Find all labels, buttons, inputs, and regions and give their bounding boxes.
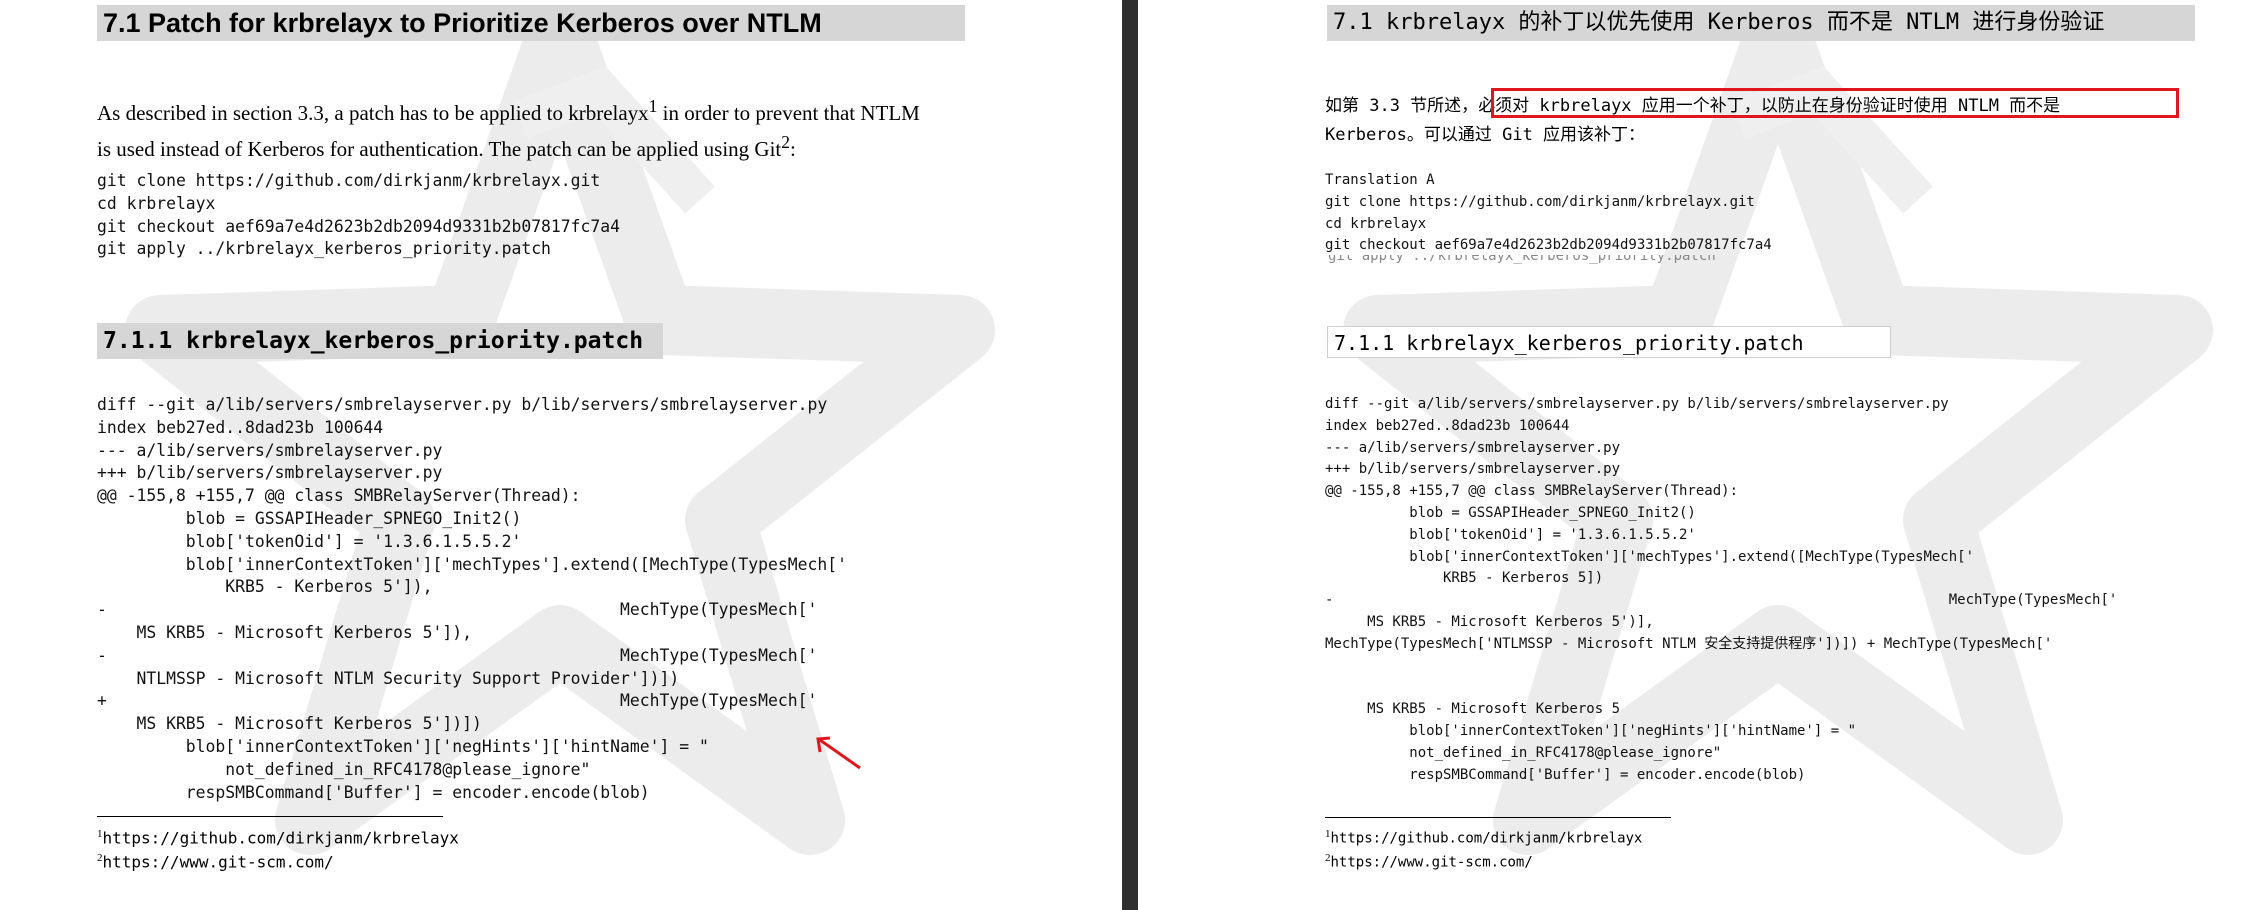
git-commands-block: git clone https://github.com/dirkjanm/kr… xyxy=(97,171,621,259)
intro-line-2: is used instead of Kerberos for authenti… xyxy=(97,132,796,161)
red-arrow-annotation xyxy=(816,736,861,770)
page-divider xyxy=(1122,0,1138,910)
patch-code-block: diff --git a/lib/servers/smbrelayserver.… xyxy=(97,395,847,802)
footnote-link[interactable]: https://github.com/dirkjanm/krbrelayx xyxy=(103,828,459,847)
section-title-translated: 7.1 krbrelayx 的补丁以优先使用 Kerberos 而不是 NTLM… xyxy=(1327,5,2195,41)
intro-text-2-end: : xyxy=(790,137,796,161)
intro-translated-line-2: Kerberos。可以通过 Git 应用该补丁： xyxy=(1325,125,1646,145)
footnote-rule xyxy=(1325,817,1671,818)
intro-text-1-end: in order to prevent that NTLM xyxy=(657,101,920,125)
cut-off-text: git apply ../krbrelayx_kerberos_priority… xyxy=(1328,255,1716,264)
section-title: 7.1 Patch for krbrelayx to Prioritize Ke… xyxy=(97,5,965,41)
subsection-title: 7.1.1 krbrelayx_kerberos_priority.patch xyxy=(97,323,663,359)
footnote-2-translated[interactable]: 2https://www.git-scm.com/ xyxy=(1325,846,1533,875)
right-page: 7.1 krbrelayx 的补丁以优先使用 Kerberos 而不是 NTLM… xyxy=(1138,0,2244,910)
subsection-title-translated: 7.1.1 krbrelayx_kerberos_priority.patch xyxy=(1327,326,1891,358)
intro-translated-start: 如第 3.3 节所述， xyxy=(1325,96,1479,116)
intro-line-1: As described in section 3.3, a patch has… xyxy=(97,96,920,125)
footnote-link[interactable]: https://github.com/dirkjanm/krbrelayx xyxy=(1331,831,1643,847)
cut-off-line: git apply ../krbrelayx_kerberos_priority… xyxy=(1328,255,1828,265)
intro-text-2: is used instead of Kerberos for authenti… xyxy=(97,137,782,161)
intro-text-1: As described in section 3.3, a patch has… xyxy=(97,101,649,125)
footnote-ref-2[interactable]: 2 xyxy=(781,132,790,152)
footnote-2[interactable]: 2https://www.git-scm.com/ xyxy=(97,846,334,874)
intro-paragraph: As described in section 3.3, a patch has… xyxy=(97,92,997,164)
git-commands-block-translated: Translation A git clone https://github.c… xyxy=(1325,172,1772,254)
footnote-link[interactable]: https://www.git-scm.com/ xyxy=(103,852,334,871)
footnote-rule xyxy=(97,816,443,817)
highlight-box xyxy=(1491,88,2179,118)
left-page: 7.1 Patch for krbrelayx to Prioritize Ke… xyxy=(0,0,1122,910)
footnote-link[interactable]: https://www.git-scm.com/ xyxy=(1331,855,1533,871)
patch-code-block-translated: diff --git a/lib/servers/smbrelayserver.… xyxy=(1325,396,2118,783)
